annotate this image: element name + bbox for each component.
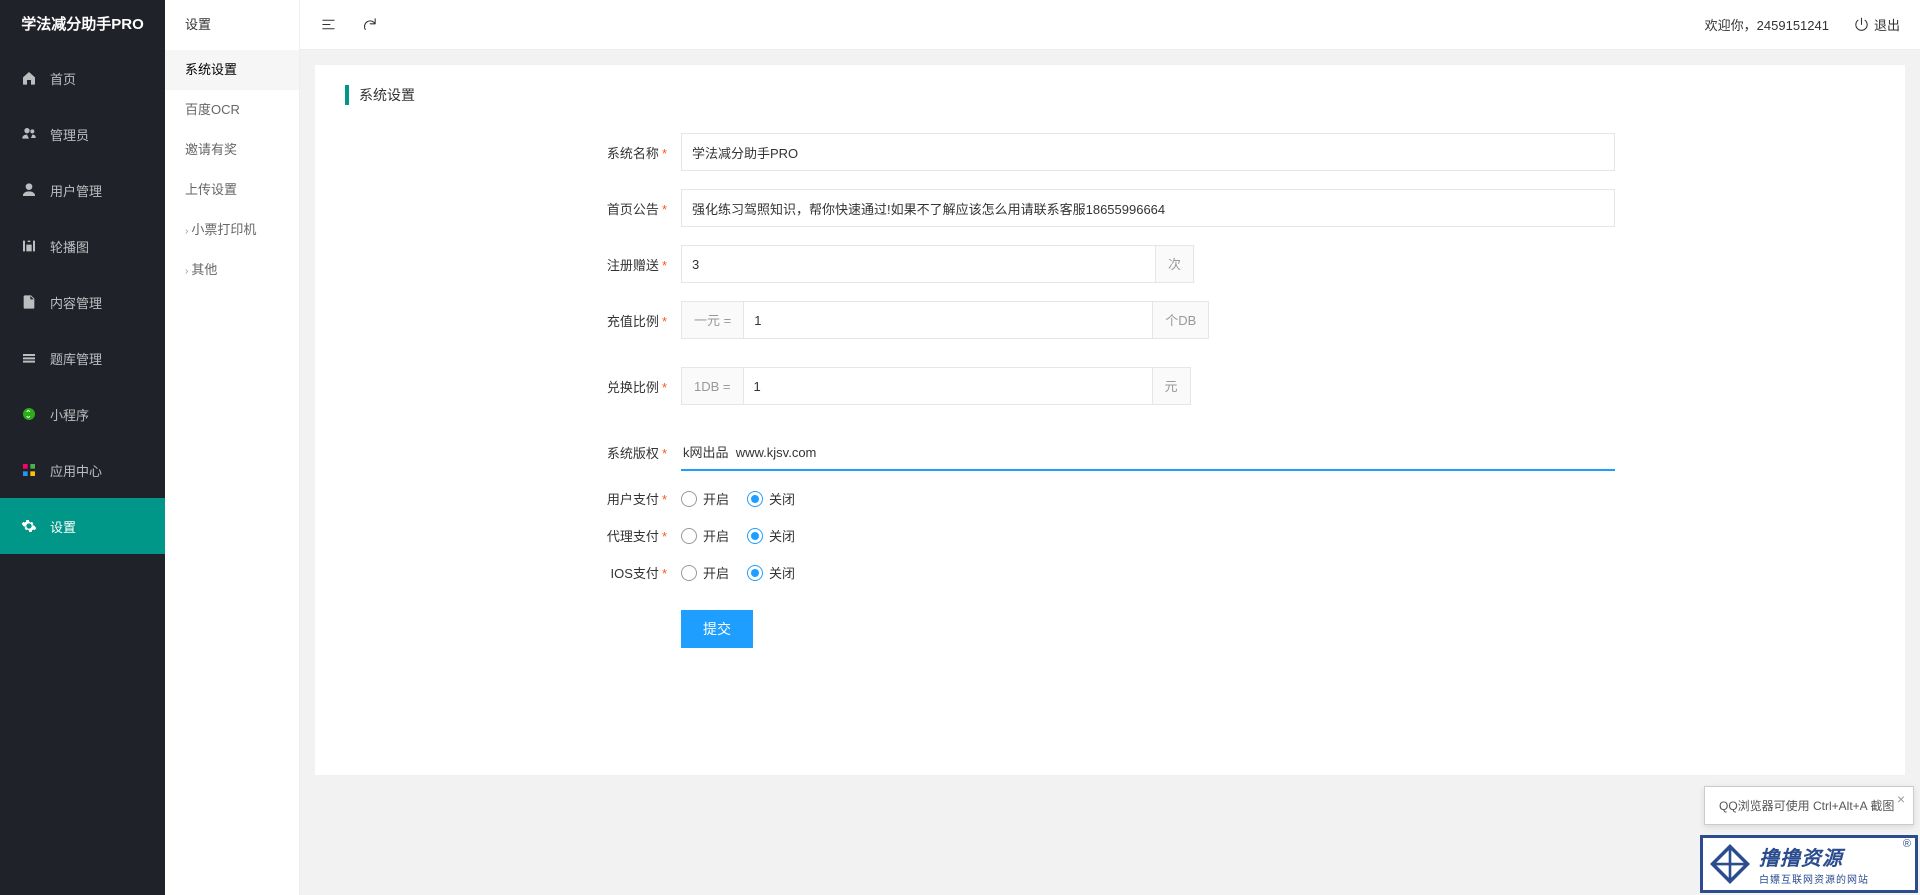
nav-apps[interactable]: 应用中心 bbox=[0, 442, 165, 498]
nav-settings[interactable]: 设置 bbox=[0, 498, 165, 554]
user-pay-on-radio[interactable]: 开启 bbox=[681, 489, 729, 508]
settings-card: 系统设置 系统名称* 首页公告* 注册赠送* 次 bbox=[315, 65, 1905, 775]
logout-button[interactable]: 退出 bbox=[1853, 15, 1900, 34]
recharge-value-input[interactable] bbox=[743, 301, 1153, 339]
radio-label: 关闭 bbox=[769, 563, 795, 582]
nav-admin[interactable]: 管理员 bbox=[0, 106, 165, 162]
chevron-right-icon: › bbox=[185, 266, 188, 277]
radio-label: 关闭 bbox=[769, 489, 795, 508]
topbar: 欢迎你，2459151241 退出 bbox=[300, 0, 1920, 50]
user-pay-off-radio[interactable]: 关闭 bbox=[747, 489, 795, 508]
nav-label: 设置 bbox=[50, 517, 76, 536]
register-gift-input[interactable] bbox=[681, 245, 1156, 283]
subnav-label: 其他 bbox=[191, 262, 217, 277]
nav-label: 应用中心 bbox=[50, 461, 102, 480]
miniapp-icon bbox=[20, 405, 38, 423]
subnav-baidu-ocr[interactable]: 百度OCR bbox=[165, 90, 299, 130]
label-user-pay: 用户支付* bbox=[585, 489, 681, 508]
apps-icon bbox=[20, 461, 38, 479]
logout-label: 退出 bbox=[1874, 15, 1900, 34]
radio-label: 开启 bbox=[703, 563, 729, 582]
nav-miniapp[interactable]: 小程序 bbox=[0, 386, 165, 442]
nav-label: 小程序 bbox=[50, 405, 89, 424]
content-icon bbox=[20, 293, 38, 311]
admin-icon bbox=[20, 125, 38, 143]
label-register-gift: 注册赠送* bbox=[585, 255, 681, 274]
label-ios-pay: IOS支付* bbox=[585, 563, 681, 582]
nav-carousel[interactable]: 轮播图 bbox=[0, 218, 165, 274]
agent-pay-on-radio[interactable]: 开启 bbox=[681, 526, 729, 545]
toast-text: QQ浏览器可使用 Ctrl+Alt+A 截图 bbox=[1719, 799, 1894, 813]
subnav-invite[interactable]: 邀请有奖 bbox=[165, 130, 299, 170]
subnav-other[interactable]: ›其他 bbox=[165, 250, 299, 290]
sub-sidebar: 设置 系统设置 百度OCR 邀请有奖 上传设置 ›小票打印机 ›其他 bbox=[165, 0, 300, 895]
subnav-printer[interactable]: ›小票打印机 bbox=[165, 210, 299, 250]
collapse-menu-icon[interactable] bbox=[320, 16, 337, 33]
subnav-upload[interactable]: 上传设置 bbox=[165, 170, 299, 210]
ios-pay-off-radio[interactable]: 关闭 bbox=[747, 563, 795, 582]
label-home-notice: 首页公告* bbox=[585, 199, 681, 218]
main-sidebar: 学法减分助手PRO 首页 管理员 用户管理 轮播图 内容管理 bbox=[0, 0, 165, 895]
chevron-right-icon: › bbox=[185, 226, 188, 237]
label-agent-pay: 代理支付* bbox=[585, 526, 681, 545]
app-logo: 学法减分助手PRO bbox=[0, 0, 165, 50]
nav-home[interactable]: 首页 bbox=[0, 50, 165, 106]
watermark-subtitle: 白嫖互联网资源的网站 bbox=[1759, 871, 1869, 886]
radio-label: 开启 bbox=[703, 489, 729, 508]
label-system-name: 系统名称* bbox=[585, 143, 681, 162]
nav-content[interactable]: 内容管理 bbox=[0, 274, 165, 330]
nav-label: 轮播图 bbox=[50, 237, 89, 256]
radio-label: 关闭 bbox=[769, 526, 795, 545]
nav-question[interactable]: 题库管理 bbox=[0, 330, 165, 386]
gear-icon bbox=[20, 517, 38, 535]
power-icon bbox=[1853, 16, 1870, 33]
label-recharge-ratio: 充值比例* bbox=[585, 311, 681, 330]
browser-toast: × QQ浏览器可使用 Ctrl+Alt+A 截图 bbox=[1704, 786, 1914, 825]
copyright-input[interactable] bbox=[681, 433, 1615, 471]
nav-label: 题库管理 bbox=[50, 349, 102, 368]
radio-label: 开启 bbox=[703, 526, 729, 545]
nav-label: 内容管理 bbox=[50, 293, 102, 312]
user-icon bbox=[20, 181, 38, 199]
label-copyright: 系统版权* bbox=[585, 443, 681, 462]
label-exchange-ratio: 兑换比例* bbox=[585, 377, 681, 396]
welcome-text: 欢迎你，2459151241 bbox=[1705, 15, 1829, 34]
nav-label: 用户管理 bbox=[50, 181, 102, 200]
exchange-prefix: 1DB = bbox=[681, 367, 743, 405]
home-notice-input[interactable] bbox=[681, 189, 1615, 227]
watermark-logo-icon bbox=[1709, 843, 1751, 885]
close-icon[interactable]: × bbox=[1897, 791, 1905, 807]
agent-pay-off-radio[interactable]: 关闭 bbox=[747, 526, 795, 545]
recharge-unit: 个DB bbox=[1153, 301, 1209, 339]
exchange-unit: 元 bbox=[1153, 367, 1191, 405]
system-name-input[interactable] bbox=[681, 133, 1615, 171]
watermark-registered: ® bbox=[1903, 838, 1911, 850]
nav-label: 首页 bbox=[50, 69, 76, 88]
refresh-icon[interactable] bbox=[361, 16, 378, 33]
recharge-prefix: 一元 = bbox=[681, 301, 743, 339]
card-title: 系统设置 bbox=[345, 85, 1875, 105]
subnav-label: 小票打印机 bbox=[191, 222, 256, 237]
carousel-icon bbox=[20, 237, 38, 255]
ios-pay-on-radio[interactable]: 开启 bbox=[681, 563, 729, 582]
nav-label: 管理员 bbox=[50, 125, 89, 144]
subnav-system-settings[interactable]: 系统设置 bbox=[165, 50, 299, 90]
sub-sidebar-title: 设置 bbox=[165, 0, 299, 50]
home-icon bbox=[20, 69, 38, 87]
submit-button[interactable]: 提交 bbox=[681, 610, 753, 648]
register-gift-unit: 次 bbox=[1156, 245, 1194, 283]
nav-user[interactable]: 用户管理 bbox=[0, 162, 165, 218]
question-icon bbox=[20, 349, 38, 367]
watermark-title: 撸撸资源 bbox=[1759, 842, 1869, 871]
watermark-badge: 撸撸资源 白嫖互联网资源的网站 ® bbox=[1700, 835, 1918, 893]
exchange-value-input[interactable] bbox=[743, 367, 1153, 405]
